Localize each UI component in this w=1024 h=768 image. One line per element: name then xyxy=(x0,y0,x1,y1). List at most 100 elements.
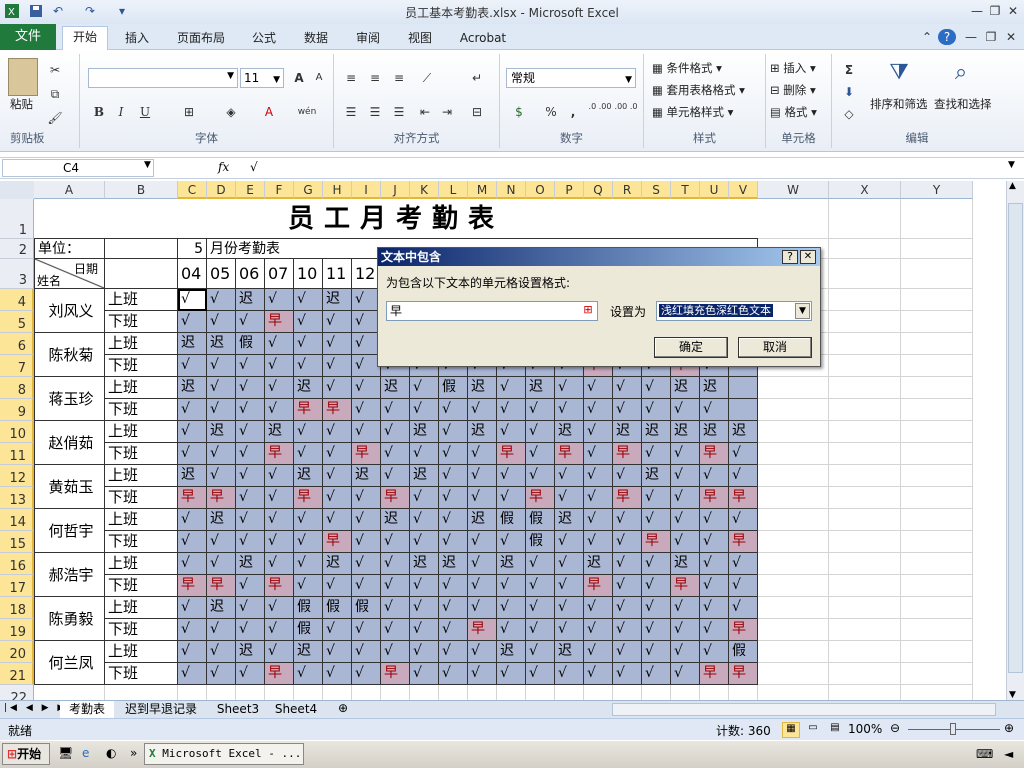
empty-cell[interactable] xyxy=(829,259,901,289)
attendance-cell[interactable]: 迟 xyxy=(352,465,381,487)
empty-cell[interactable] xyxy=(758,509,829,531)
empty-cell[interactable] xyxy=(729,685,758,700)
column-header[interactable]: W xyxy=(758,181,829,199)
attendance-cell[interactable]: 迟 xyxy=(439,553,468,575)
attendance-cell[interactable]: √ xyxy=(439,597,468,619)
attendance-cell[interactable]: √ xyxy=(497,487,526,509)
attendance-cell[interactable]: √ xyxy=(584,421,613,443)
attendance-cell[interactable]: √ xyxy=(294,421,323,443)
attendance-cell[interactable]: √ xyxy=(497,575,526,597)
row-header[interactable]: 5 xyxy=(0,311,34,333)
attendance-cell[interactable]: 迟 xyxy=(729,421,758,443)
ribbon-collapse-icon[interactable]: ⌃ xyxy=(918,29,936,45)
row-header[interactable]: 4 xyxy=(0,289,34,311)
empty-cell[interactable] xyxy=(901,619,973,641)
attendance-cell[interactable]: 早 xyxy=(265,311,294,333)
attendance-cell[interactable]: √ xyxy=(671,465,700,487)
attendance-cell[interactable]: 假 xyxy=(439,377,468,399)
empty-cell[interactable] xyxy=(613,685,642,700)
attendance-cell[interactable]: √ xyxy=(468,487,497,509)
normal-view-icon[interactable]: ▦ xyxy=(782,722,800,738)
attendance-cell[interactable]: √ xyxy=(642,399,671,421)
fill-icon[interactable]: ⬇ xyxy=(838,82,860,102)
empty-cell[interactable] xyxy=(829,239,901,259)
attendance-cell[interactable]: 早 xyxy=(642,531,671,553)
attendance-cell[interactable]: √ xyxy=(207,311,236,333)
attendance-cell[interactable]: 迟 xyxy=(410,553,439,575)
attendance-cell[interactable]: √ xyxy=(323,509,352,531)
empty-cell[interactable] xyxy=(352,685,381,700)
attendance-cell[interactable]: √ xyxy=(555,575,584,597)
attendance-cell[interactable]: √ xyxy=(323,663,352,685)
align-middle-icon[interactable]: ≡ xyxy=(364,68,386,88)
attendance-cell[interactable]: √ xyxy=(642,553,671,575)
empty-cell[interactable] xyxy=(758,641,829,663)
attendance-cell[interactable]: √ xyxy=(410,597,439,619)
attendance-cell[interactable]: √ xyxy=(207,641,236,663)
attendance-cell[interactable]: 迟 xyxy=(642,465,671,487)
attendance-cell[interactable]: √ xyxy=(410,641,439,663)
empty-cell[interactable] xyxy=(901,597,973,619)
attendance-cell[interactable]: 迟 xyxy=(468,377,497,399)
autosum-button[interactable]: Σ xyxy=(838,60,860,80)
attendance-cell[interactable]: √ xyxy=(613,465,642,487)
attendance-cell[interactable]: √ xyxy=(468,575,497,597)
empty-cell[interactable] xyxy=(829,311,901,333)
attendance-cell[interactable]: 迟 xyxy=(381,377,410,399)
attendance-cell[interactable]: √ xyxy=(265,531,294,553)
row-header[interactable]: 1 xyxy=(0,199,34,239)
attendance-cell[interactable]: √ xyxy=(584,597,613,619)
border-icon[interactable]: ⊞ xyxy=(178,102,200,122)
help-icon[interactable]: ? xyxy=(938,29,956,45)
font-name-combo[interactable]: ▼ xyxy=(88,68,238,88)
ie-icon[interactable]: e xyxy=(82,746,89,760)
attendance-cell[interactable]: √ xyxy=(265,465,294,487)
tab-page-layout[interactable]: 页面布局 xyxy=(170,28,232,50)
italic-button[interactable]: I xyxy=(110,102,132,122)
attendance-cell[interactable]: 早 xyxy=(700,443,729,465)
vertical-scrollbar[interactable]: ▲ ▼ xyxy=(1006,181,1024,700)
row-header[interactable]: 10 xyxy=(0,421,34,443)
attendance-cell[interactable]: √ xyxy=(265,487,294,509)
attendance-cell[interactable]: √ xyxy=(526,597,555,619)
zoom-in-icon[interactable]: ⊕ xyxy=(1004,721,1014,735)
attendance-cell[interactable]: √ xyxy=(265,641,294,663)
empty-cell[interactable] xyxy=(381,685,410,700)
attendance-cell[interactable]: √ xyxy=(671,531,700,553)
attendance-cell[interactable]: √ xyxy=(352,399,381,421)
attendance-cell[interactable]: 迟 xyxy=(613,421,642,443)
attendance-cell[interactable]: √ xyxy=(410,377,439,399)
attendance-cell[interactable]: √ xyxy=(439,443,468,465)
column-header[interactable]: H xyxy=(323,181,352,199)
tab-insert[interactable]: 插入 xyxy=(114,28,160,50)
attendance-cell[interactable]: 早 xyxy=(352,443,381,465)
empty-cell[interactable] xyxy=(642,685,671,700)
attendance-cell[interactable]: √ xyxy=(700,641,729,663)
zoom-level[interactable]: 100% xyxy=(848,722,882,736)
empty-cell[interactable] xyxy=(758,377,829,399)
paste-button[interactable]: 粘贴 xyxy=(10,96,33,112)
attendance-cell[interactable]: √ xyxy=(178,531,207,553)
close-icon[interactable]: ✕ xyxy=(1004,3,1022,19)
attendance-cell[interactable]: 迟 xyxy=(207,333,236,355)
cut-icon[interactable]: ✂ xyxy=(44,60,66,80)
cell-styles-button[interactable]: ▦ 单元格样式 ▾ xyxy=(652,104,733,120)
doc-restore-icon[interactable]: ❐ xyxy=(982,29,1000,45)
attendance-cell[interactable]: √ xyxy=(468,597,497,619)
empty-cell[interactable] xyxy=(758,465,829,487)
vertical-scroll-thumb[interactable] xyxy=(1008,203,1023,673)
tab-data[interactable]: 数据 xyxy=(296,28,336,50)
doc-minimize-icon[interactable]: — xyxy=(962,29,980,45)
attendance-cell[interactable]: 假 xyxy=(526,531,555,553)
attendance-cell[interactable]: √ xyxy=(555,619,584,641)
attendance-cell[interactable]: √ xyxy=(381,597,410,619)
attendance-cell[interactable]: √ xyxy=(584,509,613,531)
attendance-cell[interactable]: 假 xyxy=(294,619,323,641)
sheet-tab-late-records[interactable]: 迟到早退记录 xyxy=(118,701,204,718)
bold-button[interactable]: B xyxy=(88,102,110,122)
attendance-cell[interactable]: 迟 xyxy=(555,509,584,531)
attendance-cell[interactable]: √ xyxy=(468,531,497,553)
attendance-cell[interactable]: √ xyxy=(294,553,323,575)
insert-sheet-icon[interactable]: ⊕ xyxy=(334,701,352,718)
attendance-cell[interactable]: √ xyxy=(584,531,613,553)
